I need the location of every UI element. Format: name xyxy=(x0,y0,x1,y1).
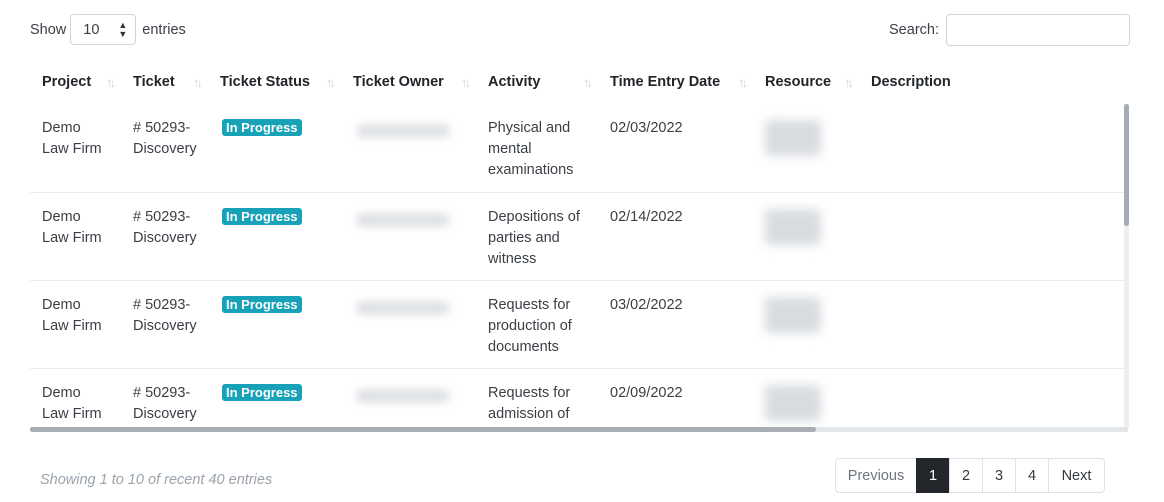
cell-project: Demo Law Firm xyxy=(30,104,121,193)
cell-ticket: # 50293-Discovery xyxy=(121,104,208,193)
cell-owner xyxy=(341,368,476,430)
page-1-button[interactable]: 1 xyxy=(916,458,950,493)
redacted-owner xyxy=(357,300,449,315)
cell-description xyxy=(859,280,1124,369)
cell-resource xyxy=(753,104,859,193)
pagination: Previous 1 2 3 4 Next xyxy=(835,458,1105,493)
cell-activity: Depositions of parties and witness xyxy=(476,192,598,281)
cell-status: In Progress xyxy=(208,104,341,193)
column-header-ticket[interactable]: Ticket ↑↓ xyxy=(121,60,208,104)
redacted-resource xyxy=(765,120,821,156)
table-header-row: Project ↑↓ Ticket ↑↓ Ticket Status ↑↓ Ticket O… xyxy=(30,60,1124,104)
column-header-label: Description xyxy=(871,74,951,90)
search-input[interactable] xyxy=(946,14,1130,46)
status-badge: In Progress xyxy=(222,207,302,225)
cell-project: Demo Law Firm xyxy=(30,280,121,369)
column-header-label: Project xyxy=(42,74,92,90)
sort-caret-icon: ▲ ▼ xyxy=(118,19,128,39)
data-table-container: Project ↑↓ Ticket ↑↓ Ticket Status ↑↓ Ticket O… xyxy=(30,60,1128,430)
cell-resource xyxy=(753,280,859,369)
sort-icon: ↑↓ xyxy=(461,75,471,90)
next-button[interactable]: Next xyxy=(1048,458,1105,493)
cell-ticket: # 50293-Discovery xyxy=(121,192,208,281)
table-row[interactable]: Demo Law Firm # 50293-Discovery In Progres… xyxy=(30,280,1124,369)
cell-status: In Progress xyxy=(208,192,341,281)
table-row[interactable]: Demo Law Firm # 50293-Discovery In Progres… xyxy=(30,192,1124,281)
cell-status: In Progress xyxy=(208,368,341,430)
table-body: Demo Law Firm # 50293-Discovery In Progres… xyxy=(30,104,1124,430)
table-row[interactable]: Demo Law Firm # 50293-Discovery In Progres… xyxy=(30,104,1124,193)
column-header-time-entry-date[interactable]: Time Entry Date ↑↓ xyxy=(598,60,753,104)
vertical-scrollbar[interactable] xyxy=(1124,104,1129,428)
vertical-scrollbar-thumb[interactable] xyxy=(1124,104,1129,226)
sort-icon: ↑↓ xyxy=(738,75,748,90)
length-menu: Show 10 ▲ ▼ entries xyxy=(30,14,186,45)
cell-ticket: # 50293-Discovery xyxy=(121,368,208,430)
search-label: Search: xyxy=(889,22,939,38)
data-table: Project ↑↓ Ticket ↑↓ Ticket Status ↑↓ Ticket O… xyxy=(30,60,1124,430)
column-header-resource[interactable]: Resource ↑↓ xyxy=(753,60,859,104)
cell-resource xyxy=(753,192,859,281)
show-label: Show xyxy=(30,21,67,38)
cell-status: In Progress xyxy=(208,280,341,369)
redacted-resource xyxy=(765,296,821,333)
redacted-owner xyxy=(357,388,449,403)
sort-icon: ↑↓ xyxy=(844,75,854,90)
search-filter: Search: xyxy=(889,14,1130,46)
status-badge: In Progress xyxy=(222,295,302,313)
cell-activity: Requests for admission of xyxy=(476,368,598,430)
cell-description xyxy=(859,192,1124,281)
column-header-label: Ticket Owner xyxy=(353,74,444,90)
cell-date: 02/03/2022 xyxy=(598,104,753,193)
cell-activity: Physical and mental examinations xyxy=(476,104,598,193)
cell-activity: Requests for production of documents xyxy=(476,280,598,369)
status-badge: In Progress xyxy=(222,119,302,136)
redacted-resource xyxy=(765,208,821,245)
sort-icon: ↑↓ xyxy=(583,75,593,90)
horizontal-scrollbar-thumb[interactable] xyxy=(30,427,816,432)
table-row[interactable]: Demo Law Firm # 50293-Discovery In Progres… xyxy=(30,368,1124,430)
sort-icon: ↑↓ xyxy=(106,75,116,90)
column-header-project[interactable]: Project ↑↓ xyxy=(30,60,121,104)
cell-description xyxy=(859,104,1124,193)
cell-ticket: # 50293-Discovery xyxy=(121,280,208,369)
cell-description xyxy=(859,368,1124,430)
entries-select-value: 10 xyxy=(83,21,100,38)
cell-owner xyxy=(341,192,476,281)
column-header-label: Time Entry Date xyxy=(610,74,721,90)
sort-icon: ↑↓ xyxy=(326,75,336,90)
column-header-label: Activity xyxy=(488,74,541,90)
page-4-button[interactable]: 4 xyxy=(1015,458,1049,493)
column-header-label: Resource xyxy=(765,74,832,90)
cell-owner xyxy=(341,104,476,193)
previous-button[interactable]: Previous xyxy=(835,458,917,493)
redacted-owner xyxy=(357,212,449,227)
column-header-label: Ticket Status xyxy=(220,74,310,90)
entries-label: entries xyxy=(142,21,186,38)
table-info: Showing 1 to 10 of recent 40 entries xyxy=(40,472,273,488)
column-header-label: Ticket xyxy=(133,74,175,90)
cell-date: 03/02/2022 xyxy=(598,280,753,369)
sort-icon: ↑↓ xyxy=(193,75,203,90)
cell-project: Demo Law Firm xyxy=(30,192,121,281)
horizontal-scrollbar[interactable] xyxy=(30,427,1128,432)
redacted-resource xyxy=(765,384,821,421)
page-3-button[interactable]: 3 xyxy=(982,458,1016,493)
redacted-owner xyxy=(357,124,449,138)
entries-select[interactable]: 10 ▲ ▼ xyxy=(70,14,137,45)
cell-date: 02/14/2022 xyxy=(598,192,753,281)
status-badge: In Progress xyxy=(222,383,302,401)
column-header-ticket-owner[interactable]: Ticket Owner ↑↓ xyxy=(341,60,476,104)
cell-owner xyxy=(341,280,476,369)
cell-resource xyxy=(753,368,859,430)
cell-date: 02/09/2022 xyxy=(598,368,753,430)
column-header-description[interactable]: Description xyxy=(859,60,1124,104)
cell-project: Demo Law Firm xyxy=(30,368,121,430)
column-header-ticket-status[interactable]: Ticket Status ↑↓ xyxy=(208,60,341,104)
column-header-activity[interactable]: Activity ↑↓ xyxy=(476,60,598,104)
page-2-button[interactable]: 2 xyxy=(949,458,983,493)
